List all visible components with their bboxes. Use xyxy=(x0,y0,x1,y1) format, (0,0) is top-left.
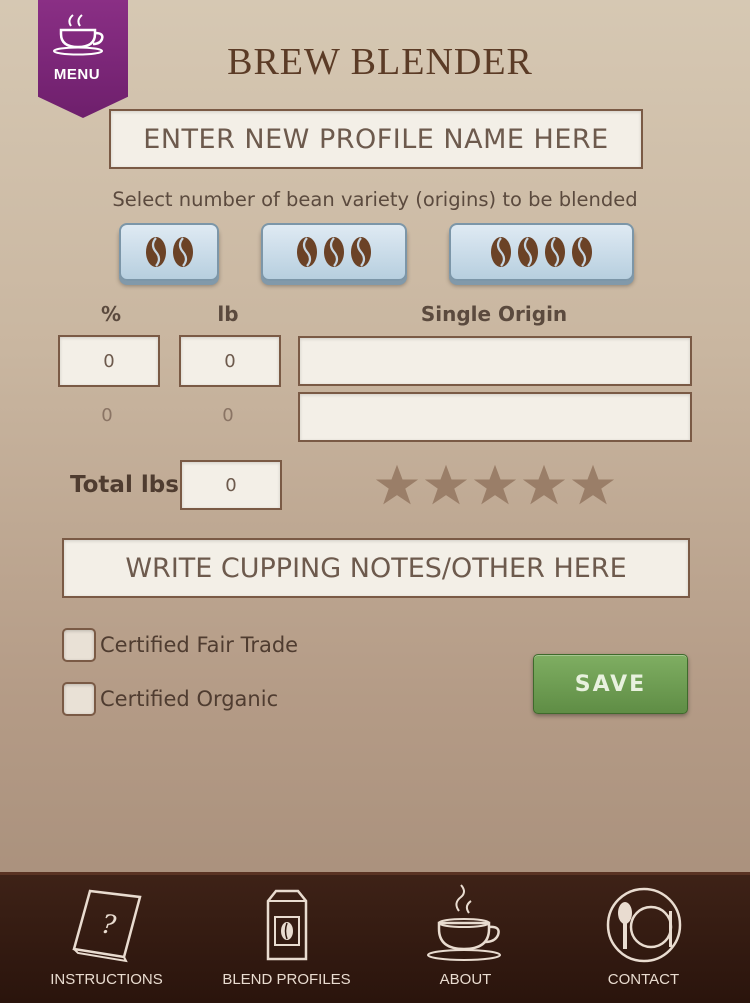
menu-label: MENU xyxy=(53,66,101,83)
fair-trade-checkbox[interactable] xyxy=(62,628,96,662)
star-icon[interactable] xyxy=(570,462,616,508)
coffee-bean-icon xyxy=(145,237,166,267)
lb-value: 0 xyxy=(224,350,236,372)
organic-option[interactable]: Certified Organic xyxy=(62,682,278,716)
coffee-bean-icon xyxy=(572,237,592,267)
nav-instructions[interactable]: ? INSTRUCTIONS xyxy=(13,875,200,1003)
star-icon[interactable] xyxy=(374,462,420,508)
total-lbs-value: 0 xyxy=(225,474,237,496)
svg-text:?: ? xyxy=(99,909,118,941)
single-origin-input[interactable] xyxy=(298,336,692,386)
total-lbs-input[interactable]: 0 xyxy=(180,460,282,510)
coffee-bean-icon xyxy=(351,237,371,267)
star-rating[interactable] xyxy=(374,462,616,508)
cupping-notes-placeholder: WRITE CUPPING NOTES/OTHER HERE xyxy=(125,552,627,584)
star-icon[interactable] xyxy=(521,462,567,508)
bean-count-instruction: Select number of bean variety (origins) … xyxy=(112,188,638,211)
coffee-cup-icon xyxy=(53,14,104,56)
percent-header: % xyxy=(100,302,122,326)
app-title: BREW BLENDER xyxy=(227,41,533,83)
save-button[interactable]: SAVE xyxy=(533,654,688,714)
coffee-bean-icon xyxy=(491,237,511,267)
percent-computed: 0 xyxy=(101,405,113,426)
bottom-nav: ? INSTRUCTIONS BLEND PROFILES ABOUT CONT… xyxy=(0,872,750,1003)
nav-instructions-label: INSTRUCTIONS xyxy=(50,971,163,988)
nav-blend-profiles-label: BLEND PROFILES xyxy=(222,971,351,988)
nav-blend-profiles[interactable]: BLEND PROFILES xyxy=(193,875,380,1003)
four-beans-button[interactable] xyxy=(449,223,634,281)
organic-checkbox[interactable] xyxy=(62,682,96,716)
organic-label: Certified Organic xyxy=(100,687,279,711)
instructions-book-icon: ? xyxy=(71,889,142,963)
coffee-bean-icon xyxy=(172,237,193,267)
coffee-bean-icon xyxy=(518,237,538,267)
profile-name-input[interactable]: ENTER NEW PROFILE NAME HERE xyxy=(109,109,643,169)
single-origin-header: Single Origin xyxy=(420,302,568,326)
lb-header: lb xyxy=(217,302,239,326)
coffee-bag-icon xyxy=(266,889,307,961)
percent-value: 0 xyxy=(103,350,115,372)
fair-trade-option[interactable]: Certified Fair Trade xyxy=(62,628,298,662)
coffee-bean-icon xyxy=(545,237,565,267)
nav-contact[interactable]: CONTACT xyxy=(550,875,737,1003)
lb-computed: 0 xyxy=(222,405,234,426)
three-beans-button[interactable] xyxy=(261,223,407,281)
star-icon[interactable] xyxy=(472,462,518,508)
single-origin-input[interactable] xyxy=(298,392,692,442)
fair-trade-label: Certified Fair Trade xyxy=(100,633,299,657)
profile-name-placeholder: ENTER NEW PROFILE NAME HERE xyxy=(143,123,609,155)
coffee-bean-icon xyxy=(324,237,344,267)
coffee-bean-icon xyxy=(297,237,317,267)
star-icon[interactable] xyxy=(423,462,469,508)
steaming-cup-icon xyxy=(426,884,501,961)
cupping-notes-input[interactable]: WRITE CUPPING NOTES/OTHER HERE xyxy=(62,538,690,598)
nav-contact-label: CONTACT xyxy=(607,971,680,988)
percent-input[interactable]: 0 xyxy=(58,335,160,387)
nav-about[interactable]: ABOUT xyxy=(372,875,559,1003)
two-beans-button[interactable] xyxy=(119,223,219,281)
plate-cutlery-icon xyxy=(606,887,681,963)
total-lbs-label: Total lbs xyxy=(70,472,179,498)
lb-input[interactable]: 0 xyxy=(179,335,281,387)
nav-about-label: ABOUT xyxy=(439,971,492,988)
